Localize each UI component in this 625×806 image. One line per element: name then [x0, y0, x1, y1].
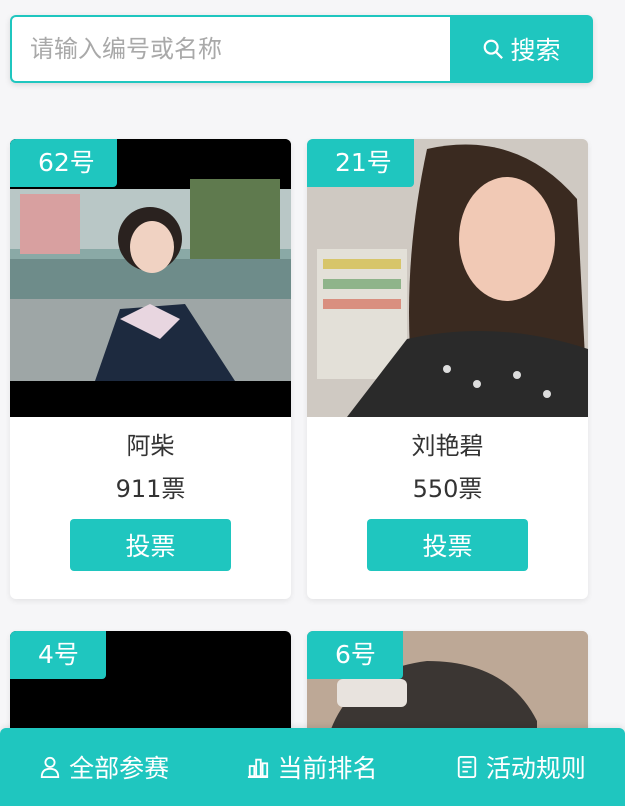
nav-current-ranking[interactable]: 当前排名	[247, 749, 378, 785]
contestant-card[interactable]: 62号 阿柴 911票 投票	[10, 139, 291, 599]
search-icon	[484, 39, 504, 59]
vote-button[interactable]: 投票	[367, 519, 528, 571]
contestant-number-badge: 4号	[10, 631, 106, 679]
contestant-number-badge: 62号	[10, 139, 117, 187]
document-icon	[457, 756, 476, 778]
contestant-name: 刘艳碧	[411, 432, 484, 460]
bottom-nav: 全部参赛 当前排名 活动规则	[0, 728, 625, 806]
person-icon	[40, 756, 60, 778]
nav-all-contestants[interactable]: 全部参赛	[39, 749, 169, 785]
bar-chart-icon	[248, 758, 269, 778]
contestant-photo: 62号	[10, 139, 291, 417]
contestant-votes: 911票	[115, 475, 186, 503]
nav-current-ranking-label: 当前排名	[277, 754, 378, 783]
search-button[interactable]: 搜索	[450, 15, 593, 83]
vote-button[interactable]: 投票	[70, 519, 231, 571]
nav-activity-rules[interactable]: 活动规则	[456, 749, 586, 785]
contestant-card[interactable]: 21号 刘艳碧 550票 投票	[307, 139, 588, 599]
nav-activity-rules-label: 活动规则	[485, 754, 586, 783]
search-button-label: 搜索	[510, 36, 561, 65]
search-bar: 搜索	[10, 15, 593, 83]
contestant-number-badge: 6号	[307, 631, 403, 679]
contestant-photo: 21号	[307, 139, 588, 417]
search-input[interactable]	[10, 15, 450, 83]
contestant-name: 阿柴	[126, 432, 175, 460]
contestant-number-badge: 21号	[307, 139, 414, 187]
nav-all-contestants-label: 全部参赛	[69, 754, 170, 783]
contestant-votes: 550票	[412, 475, 483, 503]
